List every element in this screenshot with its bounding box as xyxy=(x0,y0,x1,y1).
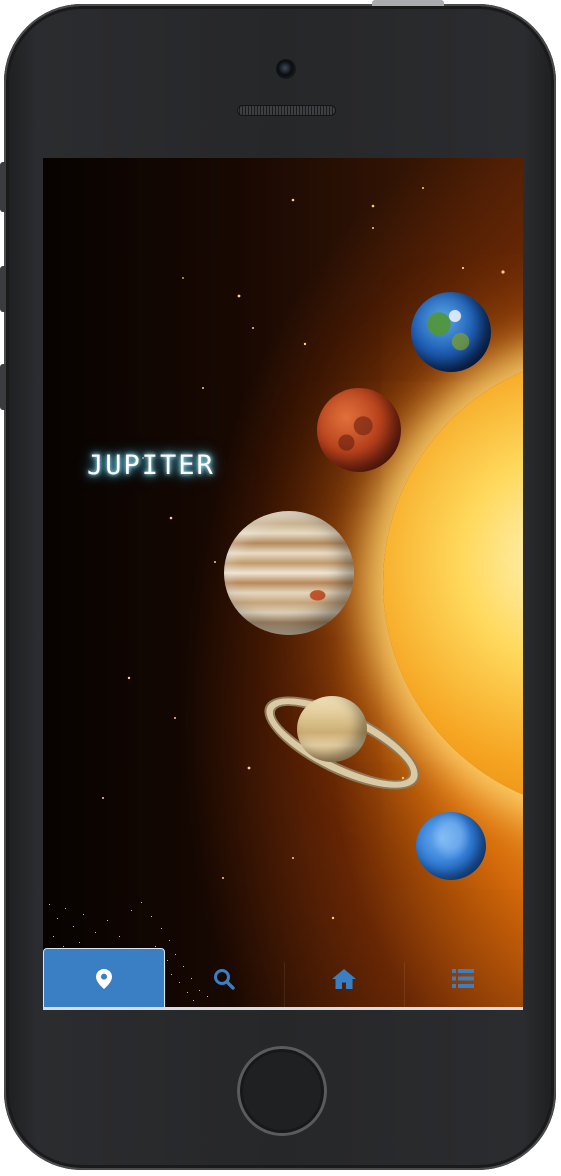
map-marker-icon xyxy=(95,969,112,989)
power-button xyxy=(372,0,444,6)
front-camera xyxy=(276,59,296,79)
mute-switch xyxy=(0,162,6,212)
neptune-planet[interactable] xyxy=(416,812,486,880)
search-icon xyxy=(214,968,235,990)
home-icon xyxy=(331,968,356,989)
list-icon xyxy=(452,969,475,988)
tab-search[interactable] xyxy=(164,948,285,1009)
jupiter-planet[interactable] xyxy=(224,511,354,635)
app-screen: JUPITER xyxy=(43,158,523,1010)
volume-down-button xyxy=(0,364,6,410)
earth-planet[interactable] xyxy=(411,292,491,372)
saturn-planet[interactable] xyxy=(297,696,367,762)
planet-title: JUPITER xyxy=(87,450,215,481)
mars-planet[interactable] xyxy=(317,388,401,472)
earpiece-speaker xyxy=(237,105,336,116)
tab-bar-bottom-line xyxy=(43,1007,523,1010)
home-button[interactable] xyxy=(237,1046,327,1136)
tab-home[interactable] xyxy=(284,948,404,1009)
volume-up-button xyxy=(0,266,6,312)
bottom-tab-bar xyxy=(43,948,523,1009)
tab-list[interactable] xyxy=(403,948,524,1009)
tab-location[interactable] xyxy=(43,948,165,1009)
